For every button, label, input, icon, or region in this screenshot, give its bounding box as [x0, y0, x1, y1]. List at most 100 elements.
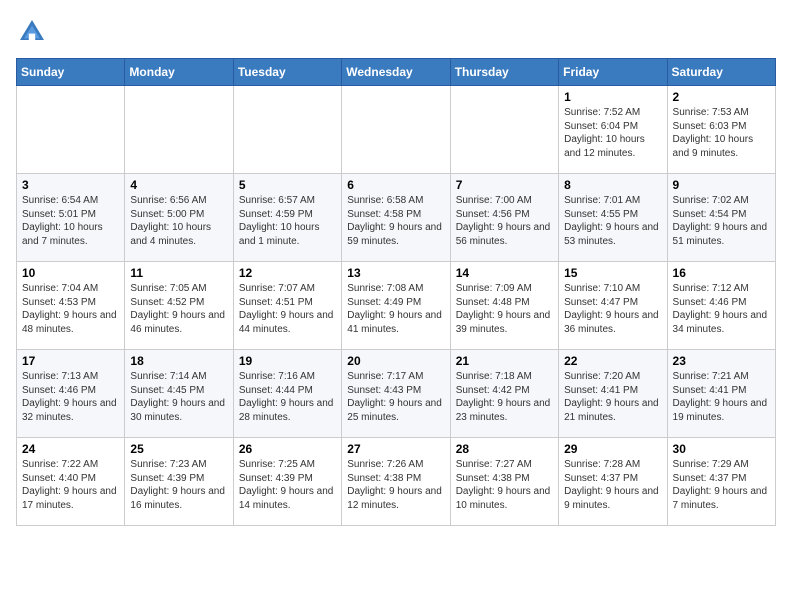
- day-number: 22: [564, 354, 661, 368]
- calendar-cell: 2 Sunrise: 7:53 AM Sunset: 6:03 PM Daylig…: [667, 86, 775, 174]
- calendar-table: SundayMondayTuesdayWednesdayThursdayFrid…: [16, 58, 776, 526]
- calendar-cell: 7 Sunrise: 7:00 AM Sunset: 4:56 PM Daylig…: [450, 174, 558, 262]
- calendar-cell: 5 Sunrise: 6:57 AM Sunset: 4:59 PM Daylig…: [233, 174, 341, 262]
- calendar-cell: 14 Sunrise: 7:09 AM Sunset: 4:48 PM Dayli…: [450, 262, 558, 350]
- weekday-header-thursday: Thursday: [450, 59, 558, 86]
- weekday-header-row: SundayMondayTuesdayWednesdayThursdayFrid…: [17, 59, 776, 86]
- calendar-cell: 9 Sunrise: 7:02 AM Sunset: 4:54 PM Daylig…: [667, 174, 775, 262]
- day-info: Sunrise: 7:17 AM Sunset: 4:43 PM Dayligh…: [347, 370, 444, 424]
- calendar-cell: [233, 86, 341, 174]
- day-info: Sunrise: 7:23 AM Sunset: 4:39 PM Dayligh…: [130, 458, 227, 512]
- day-info: Sunrise: 7:16 AM Sunset: 4:44 PM Dayligh…: [239, 370, 336, 424]
- day-number: 25: [130, 442, 227, 456]
- calendar-cell: 18 Sunrise: 7:14 AM Sunset: 4:45 PM Dayli…: [125, 350, 233, 438]
- calendar-cell: 8 Sunrise: 7:01 AM Sunset: 4:55 PM Daylig…: [559, 174, 667, 262]
- day-number: 27: [347, 442, 444, 456]
- calendar-cell: 24Sunrise: 7:22 AM Sunset: 4:40 PM Dayli…: [17, 438, 125, 526]
- day-info: Sunrise: 6:58 AM Sunset: 4:58 PM Dayligh…: [347, 194, 444, 248]
- day-number: 16: [673, 266, 770, 280]
- day-info: Sunrise: 7:29 AM Sunset: 4:37 PM Dayligh…: [673, 458, 770, 512]
- logo-icon: [16, 16, 48, 48]
- day-number: 1: [564, 90, 661, 104]
- calendar-cell: 21 Sunrise: 7:18 AM Sunset: 4:42 PM Dayli…: [450, 350, 558, 438]
- calendar-cell: 23 Sunrise: 7:21 AM Sunset: 4:41 PM Dayli…: [667, 350, 775, 438]
- calendar-cell: 3 Sunrise: 6:54 AM Sunset: 5:01 PM Daylig…: [17, 174, 125, 262]
- day-number: 17: [22, 354, 119, 368]
- day-number: 9: [673, 178, 770, 192]
- calendar-cell: 15Sunrise: 7:10 AM Sunset: 4:47 PM Dayli…: [559, 262, 667, 350]
- calendar-cell: 26Sunrise: 7:25 AM Sunset: 4:39 PM Dayli…: [233, 438, 341, 526]
- calendar-cell: 12 Sunrise: 7:07 AM Sunset: 4:51 PM Dayli…: [233, 262, 341, 350]
- day-number: 12: [239, 266, 336, 280]
- calendar-cell: 4 Sunrise: 6:56 AM Sunset: 5:00 PM Daylig…: [125, 174, 233, 262]
- calendar-cell: 19 Sunrise: 7:16 AM Sunset: 4:44 PM Dayli…: [233, 350, 341, 438]
- calendar-cell: [125, 86, 233, 174]
- day-number: 15: [564, 266, 661, 280]
- day-number: 29: [564, 442, 661, 456]
- day-info: Sunrise: 7:12 AM Sunset: 4:46 PM Dayligh…: [673, 282, 770, 336]
- calendar-cell: [450, 86, 558, 174]
- day-info: Sunrise: 7:02 AM Sunset: 4:54 PM Dayligh…: [673, 194, 770, 248]
- calendar-cell: 22 Sunrise: 7:20 AM Sunset: 4:41 PM Dayli…: [559, 350, 667, 438]
- day-number: 10: [22, 266, 119, 280]
- day-number: 19: [239, 354, 336, 368]
- day-info: Sunrise: 7:22 AM Sunset: 4:40 PM Dayligh…: [22, 458, 119, 512]
- day-number: 2: [673, 90, 770, 104]
- day-number: 20: [347, 354, 444, 368]
- day-number: 5: [239, 178, 336, 192]
- day-info: Sunrise: 7:27 AM Sunset: 4:38 PM Dayligh…: [456, 458, 553, 512]
- week-row-1: 3 Sunrise: 6:54 AM Sunset: 5:01 PM Daylig…: [17, 174, 776, 262]
- header: [16, 16, 776, 48]
- calendar-cell: [342, 86, 450, 174]
- calendar-cell: 28Sunrise: 7:27 AM Sunset: 4:38 PM Dayli…: [450, 438, 558, 526]
- day-number: 23: [673, 354, 770, 368]
- day-info: Sunrise: 7:18 AM Sunset: 4:42 PM Dayligh…: [456, 370, 553, 424]
- day-number: 14: [456, 266, 553, 280]
- weekday-header-sunday: Sunday: [17, 59, 125, 86]
- calendar-cell: 13Sunrise: 7:08 AM Sunset: 4:49 PM Dayli…: [342, 262, 450, 350]
- calendar-cell: 6Sunrise: 6:58 AM Sunset: 4:58 PM Daylig…: [342, 174, 450, 262]
- day-info: Sunrise: 7:07 AM Sunset: 4:51 PM Dayligh…: [239, 282, 336, 336]
- day-info: Sunrise: 7:28 AM Sunset: 4:37 PM Dayligh…: [564, 458, 661, 512]
- day-number: 8: [564, 178, 661, 192]
- day-info: Sunrise: 7:00 AM Sunset: 4:56 PM Dayligh…: [456, 194, 553, 248]
- calendar-cell: 30 Sunrise: 7:29 AM Sunset: 4:37 PM Dayli…: [667, 438, 775, 526]
- day-info: Sunrise: 6:54 AM Sunset: 5:01 PM Dayligh…: [22, 194, 119, 248]
- day-info: Sunrise: 6:56 AM Sunset: 5:00 PM Dayligh…: [130, 194, 227, 248]
- day-info: Sunrise: 7:26 AM Sunset: 4:38 PM Dayligh…: [347, 458, 444, 512]
- day-number: 3: [22, 178, 119, 192]
- day-number: 7: [456, 178, 553, 192]
- day-info: Sunrise: 7:14 AM Sunset: 4:45 PM Dayligh…: [130, 370, 227, 424]
- calendar-cell: 1 Sunrise: 7:52 AM Sunset: 6:04 PM Daylig…: [559, 86, 667, 174]
- day-info: Sunrise: 7:25 AM Sunset: 4:39 PM Dayligh…: [239, 458, 336, 512]
- day-info: Sunrise: 6:57 AM Sunset: 4:59 PM Dayligh…: [239, 194, 336, 248]
- day-number: 4: [130, 178, 227, 192]
- logo: [16, 16, 52, 48]
- weekday-header-monday: Monday: [125, 59, 233, 86]
- weekday-header-friday: Friday: [559, 59, 667, 86]
- week-row-3: 17 Sunrise: 7:13 AM Sunset: 4:46 PM Dayli…: [17, 350, 776, 438]
- day-number: 21: [456, 354, 553, 368]
- weekday-header-wednesday: Wednesday: [342, 59, 450, 86]
- day-info: Sunrise: 7:01 AM Sunset: 4:55 PM Dayligh…: [564, 194, 661, 248]
- day-info: Sunrise: 7:09 AM Sunset: 4:48 PM Dayligh…: [456, 282, 553, 336]
- day-info: Sunrise: 7:13 AM Sunset: 4:46 PM Dayligh…: [22, 370, 119, 424]
- day-number: 11: [130, 266, 227, 280]
- day-info: Sunrise: 7:08 AM Sunset: 4:49 PM Dayligh…: [347, 282, 444, 336]
- calendar-cell: 27 Sunrise: 7:26 AM Sunset: 4:38 PM Dayli…: [342, 438, 450, 526]
- week-row-4: 24Sunrise: 7:22 AM Sunset: 4:40 PM Dayli…: [17, 438, 776, 526]
- day-info: Sunrise: 7:05 AM Sunset: 4:52 PM Dayligh…: [130, 282, 227, 336]
- day-info: Sunrise: 7:53 AM Sunset: 6:03 PM Dayligh…: [673, 106, 770, 160]
- week-row-2: 10 Sunrise: 7:04 AM Sunset: 4:53 PM Dayli…: [17, 262, 776, 350]
- day-info: Sunrise: 7:04 AM Sunset: 4:53 PM Dayligh…: [22, 282, 119, 336]
- calendar-cell: 29 Sunrise: 7:28 AM Sunset: 4:37 PM Dayli…: [559, 438, 667, 526]
- calendar-cell: 11 Sunrise: 7:05 AM Sunset: 4:52 PM Dayli…: [125, 262, 233, 350]
- day-info: Sunrise: 7:52 AM Sunset: 6:04 PM Dayligh…: [564, 106, 661, 160]
- day-number: 18: [130, 354, 227, 368]
- day-number: 30: [673, 442, 770, 456]
- day-info: Sunrise: 7:20 AM Sunset: 4:41 PM Dayligh…: [564, 370, 661, 424]
- week-row-0: 1 Sunrise: 7:52 AM Sunset: 6:04 PM Daylig…: [17, 86, 776, 174]
- calendar-cell: 10 Sunrise: 7:04 AM Sunset: 4:53 PM Dayli…: [17, 262, 125, 350]
- day-info: Sunrise: 7:21 AM Sunset: 4:41 PM Dayligh…: [673, 370, 770, 424]
- weekday-header-saturday: Saturday: [667, 59, 775, 86]
